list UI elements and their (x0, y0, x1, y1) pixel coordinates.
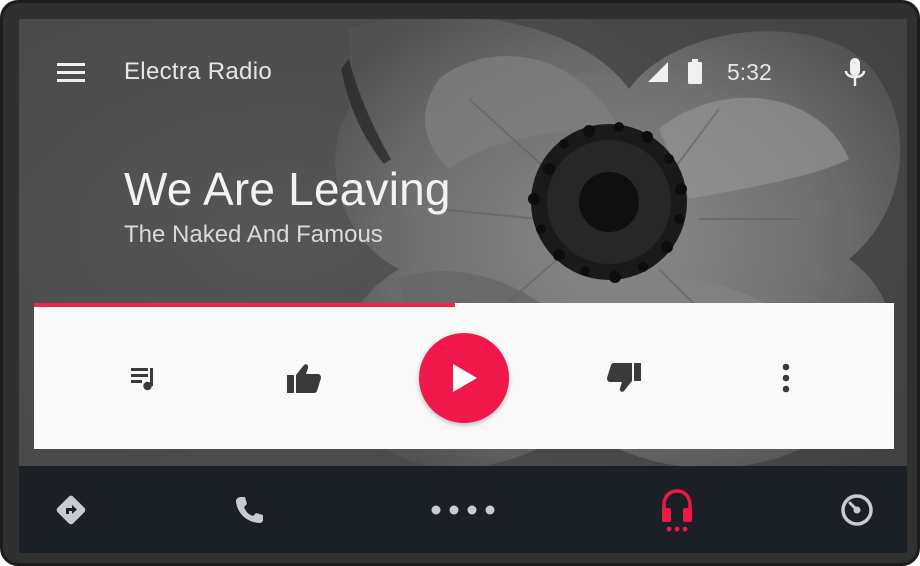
more-options-button[interactable] (746, 307, 826, 449)
nav-item-home[interactable] (423, 466, 503, 553)
battery-icon (687, 59, 703, 90)
menu-icon[interactable] (55, 59, 87, 87)
thumb-down-icon (607, 363, 641, 392)
nav-item-phone[interactable] (217, 466, 281, 553)
station-name: Electra Radio (124, 58, 272, 85)
head-unit-screen: Electra Radio 5:32 We Are Leaving The Na… (19, 19, 907, 553)
thumb-up-icon (287, 364, 321, 393)
play-button[interactable] (419, 333, 509, 423)
queue-icon (131, 368, 153, 391)
play-icon (453, 364, 477, 392)
overview-icon (841, 493, 873, 526)
nav-item-overview[interactable] (825, 466, 889, 553)
thumb-up-button[interactable] (264, 307, 344, 449)
nav-item-media[interactable] (645, 466, 709, 553)
track-title: We Are Leaving (124, 163, 451, 215)
thumb-down-button[interactable] (584, 307, 664, 449)
bottom-nav-bar (19, 466, 907, 553)
home-dots-icon (431, 505, 495, 514)
queue-button[interactable] (104, 307, 184, 449)
signal-icon (647, 61, 669, 88)
clock: 5:32 (727, 59, 772, 85)
track-artist: The Naked And Famous (124, 221, 383, 248)
playback-controls (34, 307, 894, 449)
headphones-icon (662, 488, 692, 531)
phone-icon (236, 496, 263, 523)
more-vert-icon (782, 363, 790, 393)
top-bar: Electra Radio 5:32 (19, 19, 907, 127)
device-bezel: Electra Radio 5:32 We Are Leaving The Na… (0, 0, 920, 566)
nav-item-navigation[interactable] (39, 466, 103, 553)
navigation-icon (56, 495, 86, 524)
mic-icon[interactable] (843, 57, 867, 94)
